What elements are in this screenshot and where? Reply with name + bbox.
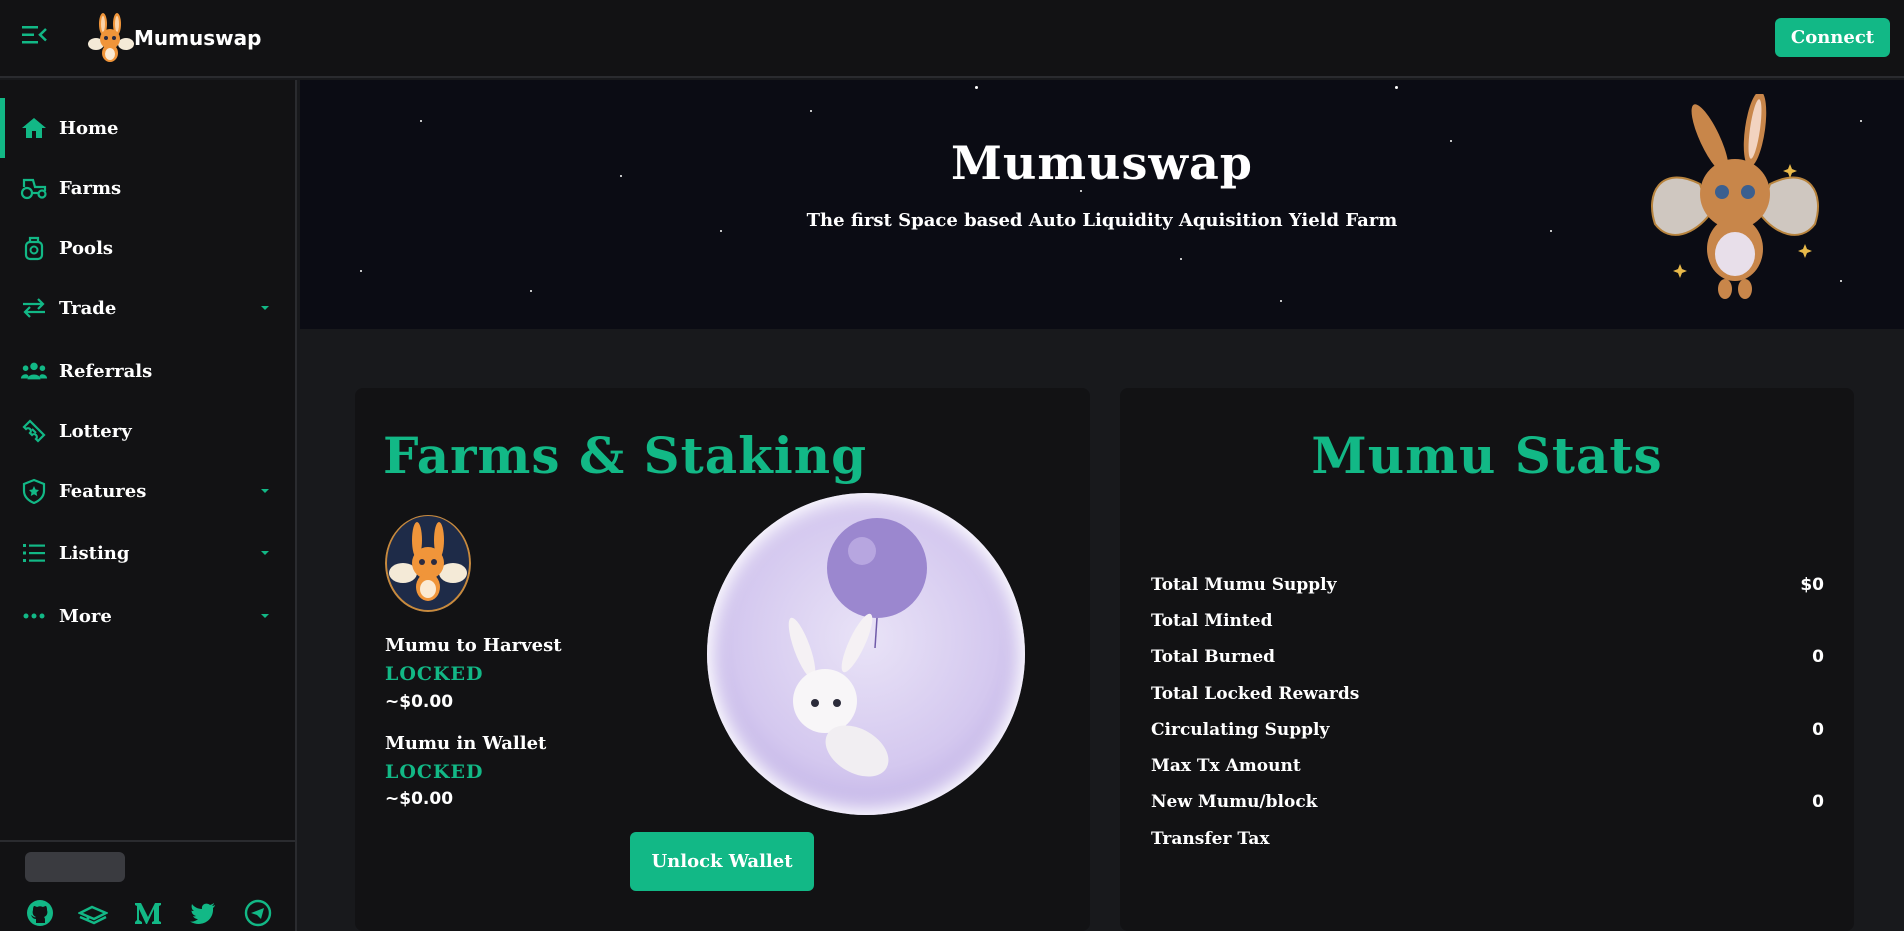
stat-label: Total Mumu Supply <box>1151 575 1337 595</box>
sidebar: Home Farms Pools Trade Referrals Lottery <box>0 80 297 931</box>
token-price-pill[interactable] <box>25 852 125 882</box>
farms-staking-card: Farms & Staking Mumu to Harvest LOCKED ~… <box>355 388 1090 931</box>
chevron-down-icon <box>261 614 269 618</box>
wallet-label: Mumu in Wallet <box>385 733 547 754</box>
stat-value: 0 <box>1812 647 1824 667</box>
home-icon <box>20 114 48 142</box>
stat-value: 0 <box>1812 792 1824 812</box>
harvest-label: Mumu to Harvest <box>385 635 562 656</box>
medium-icon[interactable] <box>133 898 163 928</box>
app-name: Mumuswap <box>134 26 262 50</box>
swap-arrows-icon <box>20 294 48 322</box>
dots-icon <box>20 602 48 630</box>
top-bar: Mumuswap Connect <box>0 0 1904 78</box>
stat-label: Total Minted <box>1151 611 1273 631</box>
stat-row-total-burned: Total Burned 0 <box>1151 647 1824 677</box>
stat-row-transfer-tax: Transfer Tax <box>1151 829 1824 859</box>
unlock-wallet-button[interactable]: Unlock Wallet <box>630 832 814 891</box>
farms-card-title: Farms & Staking <box>383 426 868 485</box>
star-dot <box>810 110 812 112</box>
sidebar-item-label: Trade <box>59 297 117 319</box>
sidebar-item-label: Listing <box>59 542 130 564</box>
mumu-stats-card: Mumu Stats Total Mumu Supply $0 Total Mi… <box>1120 388 1854 931</box>
star-dot <box>1395 86 1398 89</box>
stat-label: Total Burned <box>1151 647 1276 667</box>
shield-star-icon <box>20 477 48 505</box>
sidebar-item-label: More <box>59 605 112 627</box>
twitter-icon[interactable] <box>188 898 218 928</box>
stat-label: Transfer Tax <box>1151 829 1270 849</box>
sidebar-item-label: Features <box>59 480 147 502</box>
sidebar-item-farms[interactable]: Farms <box>0 158 295 218</box>
sidebar-footer <box>0 840 295 931</box>
wallet-value: ~$0.00 <box>385 789 454 809</box>
star-dot <box>1860 120 1862 122</box>
wallet-status: LOCKED <box>385 761 484 783</box>
app-logo[interactable]: Mumuswap <box>88 12 261 64</box>
stat-value: $0 <box>1800 575 1824 595</box>
sidebar-item-lottery[interactable]: Lottery <box>0 401 295 461</box>
stat-row-circulating-supply: Circulating Supply 0 <box>1151 720 1824 750</box>
bunny-logo-icon <box>88 13 134 62</box>
stat-value: 0 <box>1812 720 1824 740</box>
stat-label: Circulating Supply <box>1151 720 1330 740</box>
list-icon <box>20 539 48 567</box>
stats-card-title: Mumu Stats <box>1311 426 1663 485</box>
chevron-down-icon <box>261 551 269 555</box>
sidebar-item-pools[interactable]: Pools <box>0 218 295 278</box>
telegram-icon[interactable] <box>243 898 273 928</box>
stat-row-total-locked-rewards: Total Locked Rewards <box>1151 684 1824 714</box>
menu-collapse-icon[interactable] <box>20 22 50 48</box>
star-dot <box>1840 280 1842 282</box>
bunny-balloon-illustration <box>707 493 1025 815</box>
ticket-icon <box>20 417 48 445</box>
chevron-down-icon <box>261 306 269 310</box>
tractor-icon <box>20 174 48 202</box>
connect-button[interactable]: Connect <box>1775 18 1890 57</box>
harvest-status: LOCKED <box>385 663 484 685</box>
mumu-token-avatar <box>385 515 471 612</box>
pool-icon <box>20 234 48 262</box>
sidebar-item-home[interactable]: Home <box>0 98 295 158</box>
stat-row-max-tx-amount: Max Tx Amount <box>1151 756 1824 786</box>
stat-label: Total Locked Rewards <box>1151 684 1360 704</box>
star-dot <box>360 270 362 272</box>
star-dot <box>1080 190 1082 192</box>
star-dot <box>975 86 978 89</box>
stat-label: Max Tx Amount <box>1151 756 1301 776</box>
sidebar-item-label: Farms <box>59 177 122 199</box>
sidebar-item-trade[interactable]: Trade <box>0 278 295 338</box>
sidebar-item-label: Home <box>59 117 119 139</box>
hero-banner: Mumuswap The first Space based Auto Liqu… <box>300 80 1904 329</box>
sidebar-item-referrals[interactable]: Referrals <box>0 341 295 401</box>
sidebar-item-features[interactable]: Features <box>0 461 295 521</box>
sidebar-item-label: Referrals <box>59 360 153 382</box>
stat-row-new-mumu-per-block: New Mumu/block 0 <box>1151 792 1824 822</box>
star-dot <box>530 290 532 292</box>
stat-row-total-supply: Total Mumu Supply $0 <box>1151 575 1824 605</box>
sidebar-item-label: Lottery <box>59 420 132 442</box>
star-dot <box>420 120 422 122</box>
sidebar-item-listing[interactable]: Listing <box>0 523 295 583</box>
star-dot <box>1280 300 1282 302</box>
sidebar-item-label: Pools <box>59 237 114 259</box>
chevron-down-icon <box>261 489 269 493</box>
harvest-value: ~$0.00 <box>385 692 454 712</box>
sidebar-item-more[interactable]: More <box>0 586 295 646</box>
stat-label: New Mumu/block <box>1151 792 1318 812</box>
star-dot <box>1180 258 1182 260</box>
bunny-mascot-icon <box>1651 94 1819 299</box>
stat-row-total-minted: Total Minted <box>1151 611 1824 641</box>
users-icon <box>20 357 48 385</box>
github-icon[interactable] <box>25 898 55 928</box>
gitbook-icon[interactable] <box>78 898 108 928</box>
